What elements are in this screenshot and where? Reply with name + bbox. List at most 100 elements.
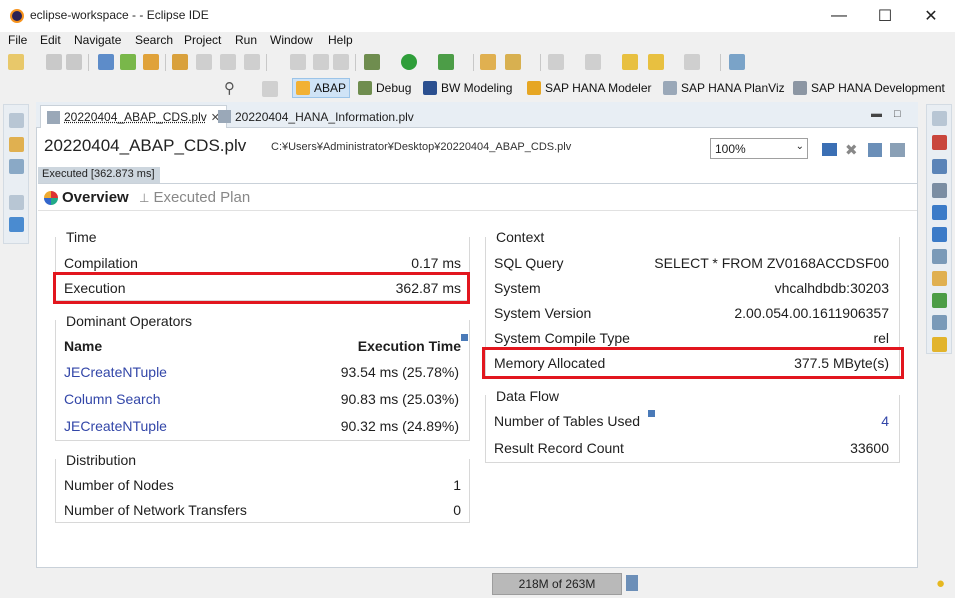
templates-icon[interactable] <box>9 159 24 174</box>
close-button[interactable]: ✕ <box>908 0 954 32</box>
tab-hana-information[interactable]: 20220404_HANA_Information.plv <box>212 105 420 128</box>
menu-edit[interactable]: Edit <box>40 33 61 47</box>
menu-search[interactable]: Search <box>135 33 173 47</box>
operator-link[interactable]: JECreateNTuple <box>64 364 167 380</box>
search-view-icon[interactable] <box>932 293 947 308</box>
restore-icon[interactable] <box>9 113 24 128</box>
paragraph-icon[interactable] <box>333 54 349 70</box>
save-icon[interactable] <box>868 143 882 157</box>
menu-file[interactable]: File <box>8 33 27 47</box>
notes-icon[interactable] <box>932 315 947 330</box>
print-icon[interactable] <box>890 143 905 157</box>
project-explorer-icon[interactable] <box>9 137 24 152</box>
prev-annotation-icon[interactable] <box>585 54 601 70</box>
outline-icon[interactable] <box>9 217 24 232</box>
save-icon[interactable] <box>46 54 62 70</box>
transport-icon[interactable] <box>172 54 188 70</box>
find-icon[interactable] <box>143 54 159 70</box>
problems-icon[interactable] <box>932 183 947 198</box>
last-edit-icon[interactable] <box>622 54 638 70</box>
perspective-hana-modeler[interactable]: SAP HANA Modeler <box>524 78 655 98</box>
lightbulb-icon[interactable]: ● <box>936 575 945 592</box>
debug-icon[interactable] <box>364 54 380 70</box>
minimize-editor-icon[interactable]: ▬ <box>871 108 882 120</box>
perspective-debug[interactable]: Debug <box>355 78 414 98</box>
tab-executed-plan[interactable]: ⊥ Executed Plan <box>139 189 250 206</box>
print-icon[interactable] <box>220 54 236 70</box>
history-icon[interactable] <box>932 249 947 264</box>
menu-window[interactable]: Window <box>270 33 313 47</box>
link-icon[interactable] <box>196 54 212 70</box>
chevron-down-icon: ⌄ <box>795 141 804 152</box>
tables-used-value[interactable]: 4 <box>881 413 889 429</box>
new-icon[interactable] <box>8 54 24 70</box>
perspective-label: BW Modeling <box>441 81 513 95</box>
menu-project[interactable]: Project <box>184 33 221 47</box>
operator-link[interactable]: Column Search <box>64 391 161 407</box>
menu-navigate[interactable]: Navigate <box>74 33 121 47</box>
book-icon[interactable] <box>932 205 947 220</box>
operator-link[interactable]: JECreateNTuple <box>64 418 167 434</box>
highlight-memory <box>482 347 904 379</box>
operator-time: 90.83 ms (25.03%) <box>340 391 459 407</box>
planviz-icon <box>663 81 677 95</box>
save-all-icon[interactable] <box>66 54 82 70</box>
minimize-button[interactable]: — <box>816 0 862 32</box>
menu-run[interactable]: Run <box>235 33 257 47</box>
properties-icon[interactable] <box>932 135 947 150</box>
tab-label: Executed Plan <box>153 189 251 206</box>
run-icon[interactable] <box>401 54 417 70</box>
restore-icon[interactable] <box>9 195 24 210</box>
planviz-file-icon <box>47 110 60 124</box>
maximize-button[interactable]: ☐ <box>862 0 908 32</box>
open-folder-icon[interactable] <box>480 54 496 70</box>
search-icon[interactable]: ⚲ <box>224 79 235 97</box>
perspective-label: ABAP <box>314 81 347 95</box>
compile-type-value: rel <box>873 330 889 346</box>
restore-icon[interactable] <box>932 111 947 126</box>
highlight-execution <box>53 272 470 304</box>
maximize-editor-icon[interactable]: □ <box>894 108 901 120</box>
menu-help[interactable]: Help <box>328 33 353 47</box>
system-label: System <box>494 280 541 296</box>
database-icon[interactable] <box>932 337 947 352</box>
window-title: eclipse-workspace - - Eclipse IDE <box>30 8 209 22</box>
console-icon[interactable] <box>932 159 947 174</box>
external-tools-icon[interactable] <box>438 54 454 70</box>
distribution-panel: Distribution Number of Nodes 1 Number of… <box>55 452 470 523</box>
toggle-icon[interactable] <box>290 54 306 70</box>
executed-badge: Executed [362.873 ms] <box>38 167 160 183</box>
trash-icon[interactable] <box>626 575 638 591</box>
perspective-hana-planviz[interactable]: SAP HANA PlanViz <box>660 78 788 98</box>
forward-icon[interactable] <box>684 54 700 70</box>
bw-icon <box>423 81 437 95</box>
tab-abap-cds[interactable]: 20220404_ABAP_CDS.plv ✕ <box>40 105 227 128</box>
main-toolbar <box>0 50 955 76</box>
record-count-label: Result Record Count <box>494 440 624 456</box>
perspective-hana-development[interactable]: SAP HANA Development <box>790 78 948 98</box>
info-icon <box>461 334 468 341</box>
sql-icon[interactable] <box>822 143 837 156</box>
next-annotation-icon[interactable] <box>548 54 564 70</box>
zoom-select[interactable]: 100% ⌄ <box>710 138 808 159</box>
perspective-abap[interactable]: ABAP <box>292 78 351 98</box>
planviz-file-icon <box>218 110 231 123</box>
heap-status: 218M of 263M <box>492 573 622 595</box>
feed-icon[interactable] <box>932 227 947 242</box>
perspective-bw-modeling[interactable]: BW Modeling <box>420 78 515 98</box>
subtab-bar: Overview ⊥ Executed Plan <box>38 183 917 211</box>
sql-query-label: SQL Query <box>494 255 564 271</box>
wand-icon[interactable] <box>505 54 521 70</box>
tab-overview[interactable]: Overview <box>44 189 129 206</box>
pin-editor-icon[interactable] <box>729 54 745 70</box>
dominant-title: Dominant Operators <box>64 313 195 329</box>
mark-icon[interactable] <box>313 54 329 70</box>
tasks-icon[interactable] <box>932 271 947 286</box>
compare-icon[interactable] <box>244 54 260 70</box>
abap-project-icon[interactable] <box>98 54 114 70</box>
open-perspective-icon[interactable] <box>262 81 278 97</box>
tools-icon[interactable]: ✖ <box>845 141 858 159</box>
back-icon[interactable] <box>648 54 664 70</box>
editor-tab-strip: 20220404_ABAP_CDS.plv ✕ 20220404_HANA_In… <box>36 102 918 128</box>
open-object-icon[interactable] <box>120 54 136 70</box>
